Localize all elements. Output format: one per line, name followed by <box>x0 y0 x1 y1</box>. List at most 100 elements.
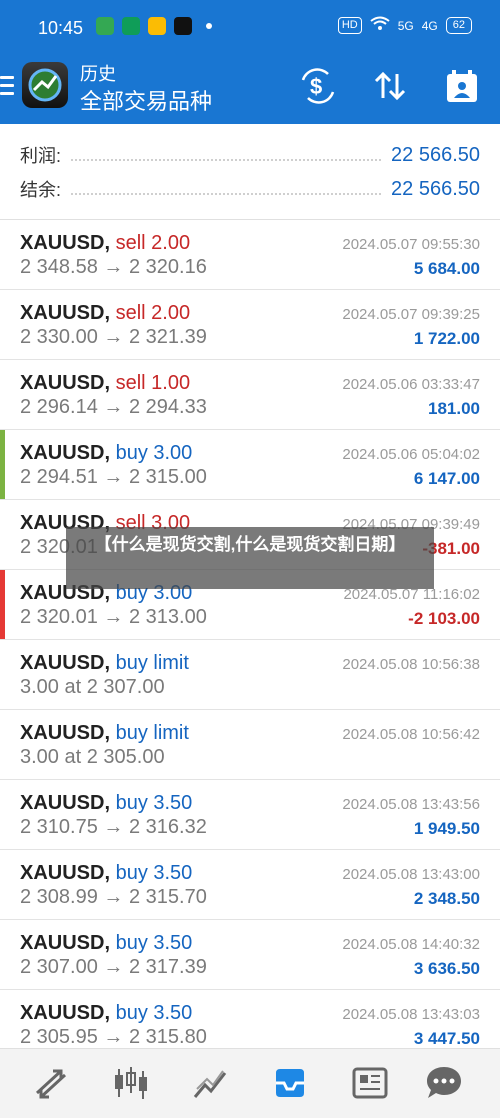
trade-symbol: XAUUSD, <box>20 792 111 814</box>
trade-row[interactable]: XAUUSD, buy 3.50 2 308.99 → 2 315.70 2024.… <box>0 850 500 920</box>
trade-title: XAUUSD, buy limit <box>20 722 189 745</box>
trade-symbol: XAUUSD, <box>20 932 111 954</box>
overlay-banner: 【什么是现货交割,什么是现货交割日期】 <box>66 527 434 589</box>
trade-profit: 5 684.00 <box>413 259 480 278</box>
trade-prices: 2 296.14 → 2 294.33 <box>20 396 207 418</box>
trade-symbol: XAUUSD, <box>20 652 111 674</box>
profit-value: 22 566.50 <box>391 143 480 166</box>
sort-icon[interactable] <box>370 66 410 106</box>
signal-4g-icon: 4G <box>421 18 438 33</box>
trade-title: XAUUSD, sell 2.00 <box>20 302 190 325</box>
trade-row[interactable]: XAUUSD, buy 3.00 2 294.51 → 2 315.00 2024.… <box>0 430 500 500</box>
trade-date: 2024.05.06 03:33:47 <box>342 376 480 393</box>
trade-action: buy 3.00 <box>115 442 193 464</box>
trade-profit: 2 348.50 <box>413 889 480 908</box>
balance-label: 结余: <box>20 180 62 200</box>
trade-action: buy 3.50 <box>115 1002 193 1024</box>
trade-title: XAUUSD, sell 1.00 <box>20 372 190 395</box>
trade-row[interactable]: XAUUSD, buy limit 3.00 at 2 307.00 2024.05… <box>0 640 500 710</box>
position-marker <box>0 290 5 359</box>
news-icon[interactable] <box>350 1063 390 1103</box>
trade-action: buy 3.50 <box>115 932 193 954</box>
trade-row[interactable]: XAUUSD, buy 3.50 2 307.00 → 2 317.39 2024.… <box>0 920 500 990</box>
trade-date: 2024.05.07 09:55:30 <box>342 236 480 253</box>
trade-row[interactable]: XAUUSD, buy 3.50 2 310.75 → 2 316.32 2024.… <box>0 780 500 850</box>
trade-date: 2024.05.08 10:56:38 <box>342 656 480 673</box>
trade-date: 2024.05.08 14:40:32 <box>342 936 480 953</box>
app-notification-icon <box>96 17 114 35</box>
trade-row[interactable]: XAUUSD, buy limit 3.00 at 2 305.00 2024.05… <box>0 710 500 780</box>
trade-profit: 1 722.00 <box>413 329 480 348</box>
position-marker <box>0 710 5 779</box>
trade-prices: 2 307.00 → 2 317.39 <box>20 956 207 978</box>
position-marker <box>0 430 5 499</box>
app-notification-icon <box>148 17 166 35</box>
trade-title: XAUUSD, buy 3.50 <box>20 1002 192 1025</box>
trade-prices: 2 348.58 → 2 320.16 <box>20 256 207 278</box>
trade-action: buy limit <box>115 652 189 674</box>
trade-symbol: XAUUSD, <box>20 372 111 394</box>
dotted-leader <box>71 183 382 195</box>
trade-icon[interactable] <box>31 1063 71 1103</box>
app-notification-icon <box>122 17 140 35</box>
chart-icon[interactable] <box>191 1063 231 1103</box>
trade-symbol: XAUUSD, <box>20 1002 111 1024</box>
chat-icon[interactable] <box>424 1063 464 1103</box>
notification-icons <box>96 17 212 35</box>
position-marker <box>0 220 5 289</box>
trade-row[interactable]: XAUUSD, sell 2.00 2 330.00 → 2 321.39 2024… <box>0 290 500 360</box>
trade-symbol: XAUUSD, <box>20 442 111 464</box>
trade-title: XAUUSD, sell 2.00 <box>20 232 190 255</box>
trade-prices: 2 320.01 → 2 313.00 <box>20 606 207 628</box>
dotted-leader <box>71 149 382 161</box>
quotes-icon[interactable] <box>111 1063 151 1103</box>
trade-date: 2024.05.08 13:43:03 <box>342 1006 480 1023</box>
trade-profit: 181.00 <box>428 399 480 418</box>
status-bar: 10:45 HD 5G 4G 62 <box>0 0 500 56</box>
position-marker <box>0 920 5 989</box>
trade-date: 2024.05.08 13:43:00 <box>342 866 480 883</box>
position-marker <box>0 360 5 429</box>
trade-prices: 2 330.00 → 2 321.39 <box>20 326 207 348</box>
profit-label: 利润: <box>20 146 62 166</box>
bottom-navigation <box>0 1048 500 1118</box>
app-logo <box>22 62 68 108</box>
dollar-exchange-icon[interactable]: $ <box>298 66 338 106</box>
position-marker <box>0 850 5 919</box>
trade-profit: 6 147.00 <box>413 469 480 488</box>
signal-5g-icon: 5G <box>397 18 414 33</box>
trade-date: 2024.05.08 13:43:56 <box>342 796 480 813</box>
page-title: 历史 <box>80 64 116 84</box>
menu-icon[interactable] <box>0 76 14 100</box>
trade-action: sell 2.00 <box>115 302 191 324</box>
trade-row[interactable]: XAUUSD, sell 1.00 2 296.14 → 2 294.33 2024… <box>0 360 500 430</box>
svg-text:$: $ <box>310 74 322 99</box>
trade-prices: 2 308.99 → 2 315.70 <box>20 886 207 908</box>
trade-date: 2024.05.07 09:39:25 <box>342 306 480 323</box>
balance-row: 结余: 22 566.50 <box>20 172 480 206</box>
trade-symbol: XAUUSD, <box>20 232 111 254</box>
trade-symbol: XAUUSD, <box>20 302 111 324</box>
hd-icon: HD <box>337 17 362 34</box>
trade-action: buy 3.50 <box>115 862 193 884</box>
more-notifications-icon <box>206 23 212 29</box>
trade-prices: 2 305.95 → 2 315.80 <box>20 1026 207 1048</box>
trade-action: buy 3.50 <box>115 792 193 814</box>
calendar-icon[interactable] <box>442 66 482 106</box>
trade-history-list: XAUUSD, sell 2.00 2 348.58 → 2 320.16 2024… <box>0 220 500 1060</box>
symbol-filter[interactable]: 全部交易品种 <box>80 84 212 116</box>
trade-action: sell 2.00 <box>115 232 191 254</box>
trade-row[interactable]: XAUUSD, sell 2.00 2 348.58 → 2 320.16 2024… <box>0 220 500 290</box>
trade-title: XAUUSD, buy 3.50 <box>20 932 192 955</box>
trade-title: XAUUSD, buy 3.50 <box>20 862 192 885</box>
trade-title: XAUUSD, buy 3.50 <box>20 792 192 815</box>
trade-prices: 3.00 at 2 305.00 <box>20 746 165 768</box>
trade-profit: 3 636.50 <box>413 959 480 978</box>
trade-profit: -2 103.00 <box>408 609 480 628</box>
app-notification-icon <box>174 17 192 35</box>
balance-value: 22 566.50 <box>391 177 480 200</box>
wifi-icon <box>370 16 390 35</box>
trade-prices: 2 294.51 → 2 315.00 <box>20 466 207 488</box>
history-icon[interactable] <box>270 1063 310 1103</box>
app-header: 历史 全部交易品种 $ <box>0 56 500 124</box>
